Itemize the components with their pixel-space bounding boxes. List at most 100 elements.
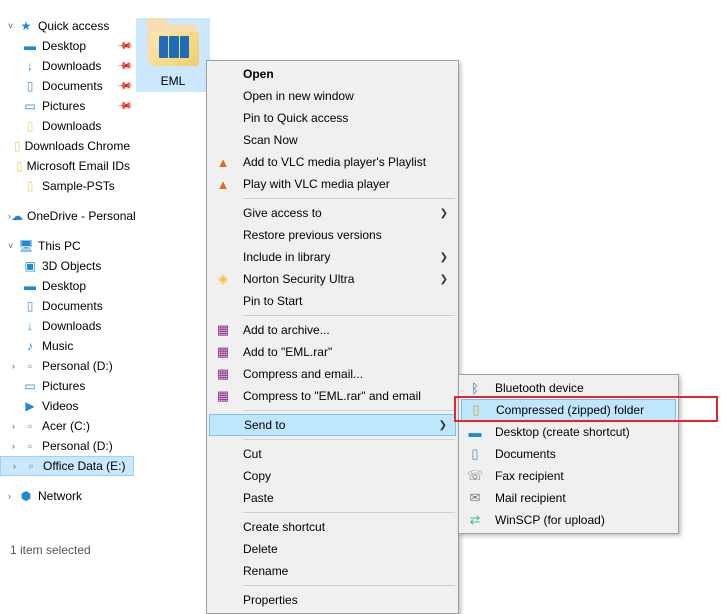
nav-label: 3D Objects — [42, 259, 101, 273]
menu-item[interactable]: ☏Fax recipient — [461, 465, 676, 487]
nav-icon: ⬢ — [18, 488, 34, 504]
menu-label: Copy — [243, 469, 430, 483]
nav-item[interactable]: ›▫Personal (D:) — [0, 436, 134, 456]
menu-separator — [243, 410, 455, 411]
menu-item[interactable]: ▲Add to VLC media player's Playlist — [209, 151, 456, 173]
nav-item[interactable]: ▯Sample-PSTs — [0, 176, 134, 196]
menu-separator — [243, 585, 455, 586]
nav-label: Downloads Chrome — [25, 139, 130, 153]
menu-icon: ▯ — [466, 400, 486, 420]
nav-item[interactable]: ▯Documents — [0, 296, 134, 316]
nav-label: Downloads — [42, 119, 101, 133]
menu-icon — [213, 466, 233, 486]
chevron-icon: ˅ — [8, 241, 18, 251]
menu-label: Rename — [243, 564, 430, 578]
nav-label: OneDrive - Personal — [27, 209, 136, 223]
menu-label: Scan Now — [243, 133, 430, 147]
menu-icon — [213, 86, 233, 106]
menu-item[interactable]: ▦Add to archive... — [209, 319, 456, 341]
menu-item[interactable]: Rename — [209, 560, 456, 582]
nav-item[interactable]: ›▫Acer (C:) — [0, 416, 134, 436]
nav-item[interactable]: ▯Downloads Chrome — [0, 136, 134, 156]
menu-item[interactable]: ▯ Compressed (zipped) folder — [461, 399, 676, 421]
nav-item[interactable]: ▯Microsoft Email IDs — [0, 156, 134, 176]
menu-label: Create shortcut — [243, 520, 430, 534]
menu-item[interactable]: ▦Compress to "EML.rar" and email — [209, 385, 456, 407]
nav-icon: ↓ — [22, 318, 38, 334]
menu-item[interactable]: Delete — [209, 538, 456, 560]
menu-item[interactable]: Create shortcut — [209, 516, 456, 538]
folder-label: EML — [140, 74, 206, 88]
menu-item[interactable]: Scan Now — [209, 129, 456, 151]
menu-icon: ▯ — [465, 444, 485, 464]
nav-icon: ▬ — [22, 278, 38, 294]
menu-item[interactable]: ▯Documents — [461, 443, 676, 465]
menu-item[interactable]: ᛒBluetooth device — [461, 377, 676, 399]
nav-icon: ☁ — [11, 208, 23, 224]
nav-item[interactable]: ▬Desktop📌 — [0, 36, 134, 56]
nav-icon: ▯ — [22, 118, 38, 134]
menu-label: Open in new window — [243, 89, 430, 103]
nav-item[interactable]: ▭Pictures📌 — [0, 96, 134, 116]
pin-icon: 📌 — [115, 38, 132, 55]
context-menu-sendto: ᛒBluetooth device▯Compressed (zipped) fo… — [458, 374, 679, 534]
menu-icon — [213, 247, 233, 267]
menu-item[interactable]: ▦Compress and email... — [209, 363, 456, 385]
menu-item[interactable]: Send to❯ — [209, 414, 456, 436]
nav-label: Documents — [42, 79, 103, 93]
menu-icon — [213, 130, 233, 150]
menu-item[interactable]: Pin to Quick access — [209, 107, 456, 129]
menu-item[interactable]: ▬Desktop (create shortcut) — [461, 421, 676, 443]
nav-item[interactable]: ›⬢Network — [0, 486, 134, 506]
nav-label: Videos — [42, 399, 78, 413]
nav-item[interactable]: ▶Videos — [0, 396, 134, 416]
chevron-icon: ˅ — [8, 21, 18, 31]
nav-item[interactable]: ›▫Personal (D:) — [0, 356, 134, 376]
menu-item[interactable]: Include in library❯ — [209, 246, 456, 268]
nav-item[interactable]: ›▫Office Data (E:) — [0, 456, 134, 476]
menu-item[interactable]: Open — [209, 63, 456, 85]
menu-label: Compressed (zipped) folder — [496, 403, 649, 417]
nav-item[interactable]: ▣3D Objects — [0, 256, 134, 276]
nav-item[interactable]: ˅★Quick access — [0, 16, 134, 36]
nav-item[interactable]: ♪Music — [0, 336, 134, 356]
menu-item[interactable]: ◈Norton Security Ultra❯ — [209, 268, 456, 290]
menu-label: Norton Security Ultra — [243, 272, 430, 286]
nav-item[interactable]: ˅🖥This PC — [0, 236, 134, 256]
menu-label: Pin to Start — [243, 294, 430, 308]
nav-item[interactable]: ▭Pictures — [0, 376, 134, 396]
nav-item[interactable]: ›☁OneDrive - Personal — [0, 206, 134, 226]
nav-item[interactable]: ▯ Downloads — [0, 116, 134, 136]
folder-item-eml[interactable]: EML — [136, 18, 210, 92]
menu-item[interactable]: Restore previous versions — [209, 224, 456, 246]
menu-icon: ✉ — [465, 488, 485, 508]
menu-item[interactable]: Pin to Start — [209, 290, 456, 312]
menu-separator — [243, 315, 455, 316]
menu-item[interactable]: Copy — [209, 465, 456, 487]
menu-item[interactable]: Open in new window — [209, 85, 456, 107]
nav-item[interactable]: ↓Downloads — [0, 316, 134, 336]
menu-icon: ▦ — [213, 342, 233, 362]
menu-icon: ▲ — [213, 174, 233, 194]
menu-label: Send to — [244, 418, 429, 432]
menu-item[interactable]: Give access to❯ — [209, 202, 456, 224]
nav-item[interactable]: ▬ Desktop — [0, 276, 134, 296]
menu-item[interactable]: Cut — [209, 443, 456, 465]
menu-item[interactable]: Paste — [209, 487, 456, 509]
nav-label: Desktop — [42, 279, 86, 293]
nav-icon: ★ — [18, 18, 34, 34]
nav-icon: ▫ — [22, 418, 38, 434]
menu-item[interactable]: ▲Play with VLC media player — [209, 173, 456, 195]
menu-item[interactable]: ▦Add to "EML.rar" — [209, 341, 456, 363]
nav-item[interactable]: ↓Downloads📌 — [0, 56, 134, 76]
menu-item[interactable]: ✉Mail recipient — [461, 487, 676, 509]
nav-icon: ♪ — [22, 338, 38, 354]
menu-item[interactable]: ⇄WinSCP (for upload) — [461, 509, 676, 531]
nav-item[interactable]: ▯Documents📌 — [0, 76, 134, 96]
nav-icon: ▫ — [22, 438, 38, 454]
menu-item[interactable]: Properties — [209, 589, 456, 611]
nav-icon: ▫ — [23, 458, 39, 474]
menu-icon — [213, 488, 233, 508]
nav-label: Desktop — [42, 39, 86, 53]
menu-icon — [213, 561, 233, 581]
